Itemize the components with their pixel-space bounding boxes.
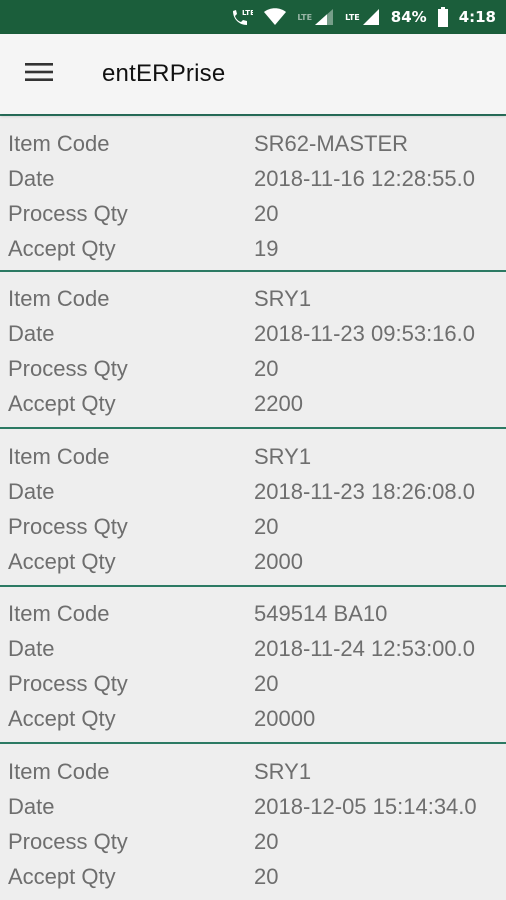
date-label: Date <box>8 636 55 661</box>
record-row-accept-qty: Accept Qty 20000 <box>0 702 506 737</box>
item-code-label: Item Code <box>8 443 110 469</box>
date-value: 2018-12-05 15:14:34.0 <box>254 793 477 819</box>
record-row-process-qty: Process Qty 20 <box>0 196 506 231</box>
record-row-date: Date 2018-11-24 12:53:00.0 <box>0 632 506 667</box>
status-time: 4:18 <box>458 8 496 26</box>
record-row-process-qty: Process Qty 20 <box>0 824 506 859</box>
status-bar: LTE LTE LTE 84% 4:18 <box>0 0 506 34</box>
lte-call-icon: LTE <box>229 7 253 27</box>
accept-qty-value: 19 <box>254 235 279 261</box>
item-code-value: SRY1 <box>254 758 312 784</box>
record-row-process-qty: Process Qty 20 <box>0 509 506 544</box>
date-value: 2018-11-24 12:53:00.0 <box>254 636 475 661</box>
process-qty-label: Process Qty <box>8 356 128 381</box>
record-card[interactable]: Item Code SRY1 Date 2018-11-23 09:53:16.0 Pr… <box>0 272 506 429</box>
record-row-date: Date 2018-11-23 09:53:16.0 <box>0 317 506 352</box>
hamburger-menu-icon <box>25 62 53 87</box>
item-code-value: 549514 BA10 <box>254 601 388 626</box>
item-code-label: Item Code <box>8 130 110 156</box>
record-card[interactable]: Item Code SRY1 Date 2018-11-23 18:26:08.0 Pr… <box>0 429 506 587</box>
app-bar: entERPrise <box>0 34 506 114</box>
process-qty-label: Process Qty <box>8 513 128 539</box>
accept-qty-value: 20000 <box>254 706 316 731</box>
item-code-value: SRY1 <box>254 443 312 469</box>
accept-qty-label: Accept Qty <box>8 235 116 261</box>
record-row-accept-qty: Accept Qty 19 <box>0 231 506 266</box>
record-row-date: Date 2018-11-23 18:26:08.0 <box>0 474 506 509</box>
lte-label-2: LTE <box>345 13 360 22</box>
process-qty-value: 20 <box>254 356 279 381</box>
item-code-value: SR62-MASTER <box>254 130 409 156</box>
record-row-item-code: Item Code SRY1 <box>0 439 506 474</box>
accept-qty-label: Accept Qty <box>8 863 116 889</box>
accept-qty-value: 2200 <box>254 391 303 416</box>
record-row-date: Date 2018-11-16 12:28:55.0 <box>0 161 506 196</box>
process-qty-label: Process Qty <box>8 671 128 696</box>
accept-qty-label: Accept Qty <box>8 391 116 416</box>
process-qty-value: 20 <box>254 200 279 226</box>
menu-button[interactable] <box>0 34 80 114</box>
date-label: Date <box>8 165 55 191</box>
record-row-item-code: Item Code SR62-MASTER <box>0 126 506 161</box>
lte-signal-icon: LTE <box>297 7 335 27</box>
accept-qty-label: Accept Qty <box>8 706 116 731</box>
date-value: 2018-11-23 09:53:16.0 <box>254 321 475 346</box>
page-title: entERPrise <box>102 60 226 87</box>
record-row-item-code: Item Code SRY1 <box>0 282 506 317</box>
item-code-label: Item Code <box>8 601 110 626</box>
record-card[interactable]: Item Code SRY1 Date 2018-12-05 15:14:34.0 Pr… <box>0 744 506 900</box>
svg-text:LTE: LTE <box>242 9 253 17</box>
date-label: Date <box>8 321 55 346</box>
process-qty-value: 20 <box>254 828 279 854</box>
date-label: Date <box>8 793 55 819</box>
record-card[interactable]: Item Code SR62-MASTER Date 2018-11-16 12:28… <box>0 114 506 272</box>
record-row-date: Date 2018-12-05 15:14:34.0 <box>0 789 506 824</box>
record-row-accept-qty: Accept Qty 20 <box>0 859 506 894</box>
date-value: 2018-11-23 18:26:08.0 <box>254 478 475 504</box>
record-row-process-qty: Process Qty 20 <box>0 667 506 702</box>
accept-qty-label: Accept Qty <box>8 548 116 574</box>
battery-icon <box>437 7 449 27</box>
record-row-item-code: Item Code SRY1 <box>0 754 506 789</box>
process-qty-value: 20 <box>254 671 279 696</box>
battery-percent: 84% <box>390 8 427 26</box>
process-qty-label: Process Qty <box>8 828 128 854</box>
lte-label: LTE <box>297 13 313 22</box>
item-code-label: Item Code <box>8 286 110 311</box>
records-list: Item Code SR62-MASTER Date 2018-11-16 12:28… <box>0 114 506 900</box>
accept-qty-value: 2000 <box>254 548 303 574</box>
process-qty-value: 20 <box>254 513 279 539</box>
signal-icon: LTE <box>345 7 381 27</box>
record-row-item-code: Item Code 549514 BA10 <box>0 597 506 632</box>
record-row-process-qty: Process Qty 20 <box>0 352 506 387</box>
item-code-label: Item Code <box>8 758 110 784</box>
date-value: 2018-11-16 12:28:55.0 <box>254 165 475 191</box>
record-row-accept-qty: Accept Qty 2000 <box>0 544 506 579</box>
date-label: Date <box>8 478 55 504</box>
item-code-value: SRY1 <box>254 286 312 311</box>
record-card[interactable]: Item Code 549514 BA10 Date 2018-11-24 12:53… <box>0 587 506 744</box>
accept-qty-value: 20 <box>254 863 279 889</box>
wifi-icon <box>263 7 287 27</box>
record-row-accept-qty: Accept Qty 2200 <box>0 387 506 422</box>
process-qty-label: Process Qty <box>8 200 128 226</box>
